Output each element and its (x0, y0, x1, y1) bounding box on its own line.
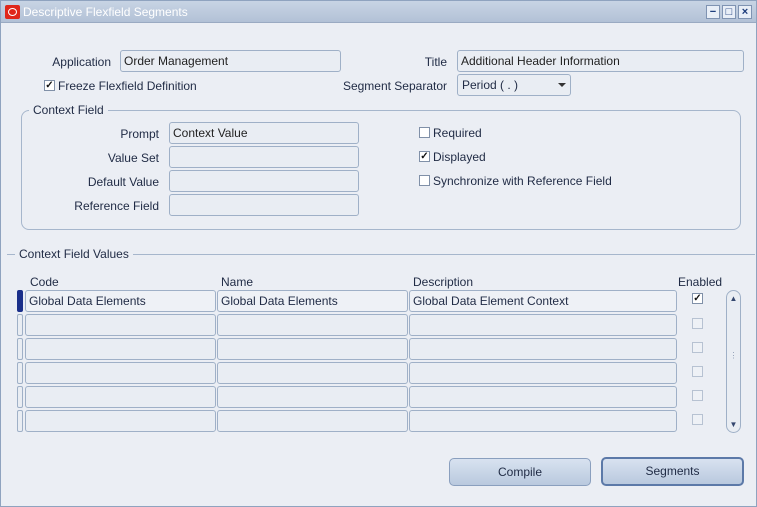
maximize-icon[interactable]: □ (722, 5, 736, 19)
column-header-enabled: Enabled (678, 275, 723, 289)
table-cell-name[interactable] (217, 362, 408, 384)
freeze-flexfield-label: Freeze Flexfield Definition (58, 79, 197, 93)
flexfield-segments-window: Descriptive Flexfield Segments − □ × App… (0, 0, 757, 507)
compile-button[interactable]: Compile (449, 458, 591, 486)
synchronize-label: Synchronize with Reference Field (433, 174, 612, 188)
application-field[interactable]: Order Management (120, 50, 341, 72)
column-header-name: Name (221, 275, 254, 289)
table-cell-name[interactable]: Global Data Elements (217, 290, 408, 312)
enabled-checkbox[interactable] (692, 366, 703, 377)
reference-field-label: Reference Field (74, 199, 159, 213)
value-set-field[interactable] (169, 146, 359, 168)
table-cell-name[interactable] (217, 314, 408, 336)
enabled-checkbox[interactable] (692, 318, 703, 329)
table-cell-code[interactable] (25, 362, 216, 384)
scroll-up-icon[interactable]: ▲ (729, 294, 738, 303)
table-cell-code[interactable] (25, 386, 216, 408)
context-values-group-title: Context Field Values (15, 247, 133, 261)
table-cell-description[interactable] (409, 338, 677, 360)
enabled-checkbox[interactable] (692, 390, 703, 401)
enabled-checkbox[interactable]: ✓ (692, 293, 703, 304)
table-cell-name[interactable] (217, 386, 408, 408)
application-label: Application (52, 55, 111, 69)
scroll-grip-icon[interactable]: ⋮ (729, 351, 738, 360)
vertical-scrollbar[interactable]: ▲ ⋮ ▼ (726, 290, 741, 433)
title-field[interactable]: Additional Header Information (457, 50, 744, 72)
prompt-label: Prompt (120, 127, 159, 141)
freeze-flexfield-text: Freeze Flexfield Definition (58, 79, 197, 93)
synchronize-checkbox[interactable] (419, 175, 430, 186)
column-header-description: Description (413, 275, 474, 289)
context-field-group-title: Context Field (29, 103, 108, 117)
table-cell-name[interactable] (217, 338, 408, 360)
table-cell-description[interactable]: Global Data Element Context (409, 290, 677, 312)
table-cell-code[interactable]: Global Data Elements (25, 290, 216, 312)
enabled-checkbox[interactable] (692, 414, 703, 425)
compile-button-label: Compile (497, 465, 542, 479)
title-label: Title (424, 55, 447, 69)
scroll-down-icon[interactable]: ▼ (729, 420, 738, 429)
displayed-checkbox[interactable]: ✓ (419, 151, 430, 162)
displayed-label: Displayed (433, 150, 486, 164)
segments-button-label: Segments (645, 464, 700, 478)
window-controls: − □ × (706, 5, 752, 19)
row-indicator[interactable] (17, 410, 23, 432)
segments-button[interactable]: Segments (601, 457, 744, 486)
row-indicator[interactable] (17, 386, 23, 408)
segment-separator-value: Period ( . ) (462, 78, 519, 92)
column-header-code: Code (30, 275, 59, 289)
table-cell-name[interactable] (217, 410, 408, 432)
table-cell-description[interactable] (409, 410, 677, 432)
window-title: Descriptive Flexfield Segments (23, 5, 188, 19)
required-checkbox[interactable] (419, 127, 430, 138)
row-indicator[interactable] (17, 290, 23, 312)
row-indicator[interactable] (17, 362, 23, 384)
enabled-checkbox[interactable] (692, 342, 703, 353)
default-value-field[interactable] (169, 170, 359, 192)
value-set-label: Value Set (107, 151, 159, 165)
table-cell-description[interactable] (409, 386, 677, 408)
prompt-field[interactable]: Context Value (169, 122, 359, 144)
default-value-label: Default Value (87, 175, 159, 189)
table-cell-code[interactable] (25, 338, 216, 360)
table-cell-code[interactable] (25, 314, 216, 336)
chevron-down-icon (558, 83, 566, 87)
reference-field-field[interactable] (169, 194, 359, 216)
freeze-flexfield-checkbox[interactable]: ✓ (44, 80, 55, 91)
minimize-icon[interactable]: − (706, 5, 720, 19)
title-bar: Descriptive Flexfield Segments − □ × (1, 1, 756, 23)
segment-separator-select[interactable]: Period ( . ) (457, 74, 571, 96)
table-cell-code[interactable] (25, 410, 216, 432)
required-label: Required (433, 126, 482, 140)
row-indicator[interactable] (17, 338, 23, 360)
table-cell-description[interactable] (409, 362, 677, 384)
close-icon[interactable]: × (738, 5, 752, 19)
table-cell-description[interactable] (409, 314, 677, 336)
oracle-icon (5, 5, 20, 19)
segment-separator-label: Segment Separator (342, 79, 447, 93)
row-indicator[interactable] (17, 314, 23, 336)
